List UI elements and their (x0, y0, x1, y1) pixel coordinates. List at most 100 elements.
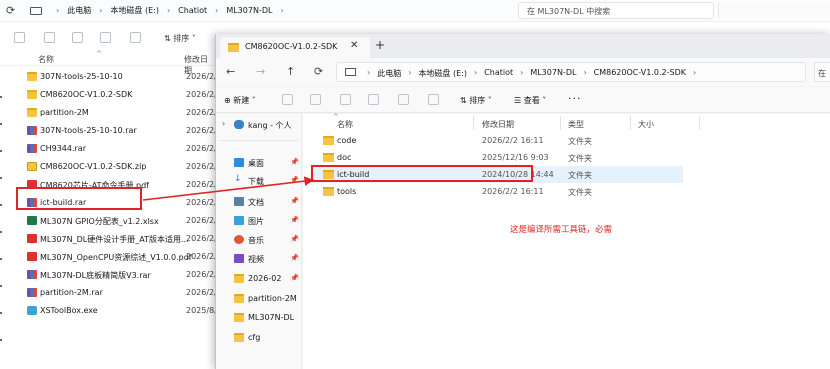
sort-button[interactable]: ⇅ 排序 ˅ (460, 95, 492, 106)
breadcrumb-separator-icon: › (166, 6, 171, 15)
view-button[interactable]: ☰ 查看 ˅ (514, 95, 546, 106)
file-row[interactable]: 307N-tools-25-10-10.rar 2026/2/ (0, 122, 217, 140)
breadcrumb-separator-icon: › (583, 68, 587, 77)
column-name[interactable]: 名称 (38, 54, 54, 65)
breadcrumb-item[interactable]: 本地磁盘 (E:) (110, 5, 159, 16)
pin-icon[interactable]: 📌 (290, 158, 299, 166)
column-divider[interactable] (630, 116, 631, 130)
more-options-icon[interactable]: ··· (568, 92, 582, 105)
sidebar-item-music[interactable]: 音乐 📌 (216, 231, 302, 249)
pin-icon[interactable]: 📌 (290, 254, 299, 262)
computer-icon (345, 68, 356, 76)
forward-arrow-icon[interactable]: → (256, 65, 265, 78)
back-address-bar: ⟳ › 此电脑 › 本地磁盘 (E:) › Chatiot › ML307N-D… (0, 0, 830, 22)
paste-icon[interactable] (72, 32, 83, 43)
refresh-icon[interactable]: ⟳ (314, 65, 323, 78)
file-row[interactable]: CM8620OC-V1.0.2-SDK.zip 2026/2/ (0, 158, 217, 176)
file-row[interactable]: partition-2M 2026/2/ (0, 104, 217, 122)
folder-icon (234, 333, 244, 342)
copy-icon[interactable] (310, 94, 321, 105)
sidebar-item-cfg[interactable]: cfg (216, 329, 302, 347)
sidebar-item-videos[interactable]: 视频 📌 (216, 250, 302, 268)
sidebar-item-onedrive[interactable]: › kang - 个人 (216, 116, 302, 134)
sidebar-item-documents[interactable]: 文档 📌 (216, 193, 302, 211)
file-row[interactable]: ML307N_DL硬件设计手册_AT版本适用... 2026/2/ (0, 230, 217, 248)
file-date: 2026/2/ (186, 270, 217, 279)
column-divider[interactable] (699, 116, 700, 130)
pin-icon[interactable]: 📌 (290, 274, 299, 282)
file-row[interactable]: doc 2025/12/16 9:03 文件夹 (311, 149, 683, 166)
file-row[interactable]: CM8620OC-V1.0.2-SDK 2026/2/ (0, 86, 217, 104)
pin-icon[interactable]: 📌 (290, 216, 299, 224)
new-tab-button[interactable]: + (375, 38, 385, 52)
pin-icon[interactable]: 📌 (290, 176, 299, 184)
file-row[interactable]: tools 2026/2/2 16:11 文件夹 (311, 183, 683, 200)
breadcrumb-item[interactable]: 此电脑 (67, 5, 91, 16)
breadcrumb-item[interactable]: ML307N-DL (530, 68, 576, 79)
sidebar-item-desktop[interactable]: 桌面 📌 (216, 154, 302, 172)
column-header: ^ 名称 修改日期 类型 大小 (303, 113, 830, 132)
rar-archive-icon (27, 144, 37, 153)
navigation-bar: ← → ↑ ⟳ › 此电脑 › 本地磁盘 (E:) › Chatiot › ML… (216, 58, 830, 86)
column-divider[interactable] (560, 116, 561, 130)
folder-icon (27, 90, 37, 99)
cut-icon[interactable] (282, 94, 293, 105)
file-row[interactable]: ML307N-DL底板精简版V3.rar 2026/2/ (0, 266, 217, 284)
column-name[interactable]: 名称 (337, 119, 353, 130)
rar-archive-icon (27, 288, 37, 297)
back-search-input[interactable]: 在 ML307N-DL 中搜索 (518, 2, 714, 19)
copy-icon[interactable] (44, 32, 55, 43)
file-date: 2026/2/ (186, 90, 217, 99)
cut-icon[interactable] (14, 32, 25, 43)
paste-icon[interactable] (340, 94, 351, 105)
sort-button[interactable]: ⇅ 排序 ˅ (164, 33, 196, 44)
back-column-header: ^ 名称 修改日期 (0, 50, 215, 75)
breadcrumb-item[interactable]: 此电脑 (377, 68, 401, 79)
share-icon[interactable] (398, 94, 409, 105)
sidebar-item-pictures[interactable]: 图片 📌 (216, 212, 302, 230)
new-button[interactable]: ⊕ 新建 ˅ (224, 95, 256, 106)
share-icon[interactable] (100, 32, 111, 43)
back-breadcrumb: › 此电脑 › 本地磁盘 (E:) › Chatiot › ML307N-DL … (56, 5, 284, 16)
refresh-icon[interactable]: ⟳ (6, 4, 15, 17)
column-size[interactable]: 大小 (638, 119, 654, 130)
pin-icon[interactable]: 📌 (290, 197, 299, 205)
address-bar[interactable]: › 此电脑 › 本地磁盘 (E:) › Chatiot › ML307N-DL … (336, 62, 806, 82)
tab-active[interactable]: CM8620OC-V1.0.2-SDK ✕ (220, 37, 370, 58)
sidebar-item-partition-2m[interactable]: partition-2M (216, 290, 302, 308)
breadcrumb-item[interactable]: ML307N-DL (226, 6, 272, 15)
delete-icon[interactable] (130, 32, 141, 43)
close-tab-icon[interactable]: ✕ (350, 40, 358, 51)
search-input[interactable]: 在 (814, 62, 830, 82)
file-row[interactable]: ML307N_OpenCPU资源综述_V1.0.0.pdf 2026/2/ (0, 248, 217, 266)
file-date: 2026/2/ (186, 180, 217, 189)
delete-icon[interactable] (428, 94, 439, 105)
file-row[interactable]: ML307N GPIO分配表_v1.2.xlsx 2026/2/ (0, 212, 217, 230)
back-arrow-icon[interactable]: ← (226, 65, 235, 78)
folder-icon (234, 294, 244, 303)
breadcrumb-item[interactable]: CM8620OC-V1.0.2-SDK (594, 68, 686, 79)
pin-icon[interactable]: 📌 (290, 235, 299, 243)
file-row[interactable]: code 2026/2/2 16:11 文件夹 (311, 132, 683, 149)
file-row[interactable]: 307N-tools-25-10-10 2026/2/ (0, 68, 217, 86)
file-date: 2026/2/ (186, 198, 217, 207)
breadcrumb: › 此电脑 › 本地磁盘 (E:) › Chatiot › ML307N-DL … (367, 68, 696, 79)
file-name: 307N-tools-25-10-10.rar (40, 126, 137, 135)
file-row[interactable]: XSToolBox.exe 2025/8/ (0, 302, 217, 320)
breadcrumb-item[interactable]: Chatiot (484, 68, 513, 79)
breadcrumb-item[interactable]: Chatiot (178, 6, 207, 15)
chevron-right-icon[interactable]: › (222, 119, 225, 128)
sidebar-item-downloads[interactable]: ↓ 下载 📌 (216, 172, 302, 190)
file-row[interactable]: CH9344.rar 2026/2/ (0, 140, 217, 158)
column-date[interactable]: 修改日期 (482, 119, 514, 130)
up-arrow-icon[interactable]: ↑ (286, 65, 295, 78)
file-row[interactable]: partition-2M.rar 2026/2/ (0, 284, 217, 302)
column-divider[interactable] (473, 116, 474, 130)
file-name: CM8620OC-V1.0.2-SDK.zip (40, 162, 147, 171)
sidebar-item-ml307n-dl[interactable]: ML307N-DL (216, 309, 302, 327)
sidebar-item-2026-02[interactable]: 2026-02 📌 (216, 270, 302, 288)
exe-icon (27, 306, 37, 315)
breadcrumb-item[interactable]: 本地磁盘 (E:) (418, 68, 467, 79)
rename-icon[interactable] (368, 94, 379, 105)
column-type[interactable]: 类型 (568, 119, 584, 130)
